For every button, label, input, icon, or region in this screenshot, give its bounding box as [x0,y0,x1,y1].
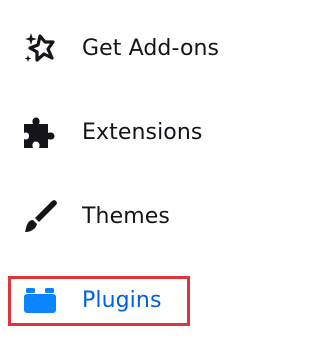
plugin-block-icon [24,288,56,313]
addons-sidebar-nav: Get Add-ons Extensions Themes Plugins [0,0,261,344]
puzzle-piece-icon [24,117,55,148]
previous-item-clipped [52,0,162,6]
paintbrush-icon [25,200,57,232]
sidebar-item-label: Plugins [82,287,162,313]
sidebar-item-label: Get Add-ons [82,35,220,61]
sparkle-puzzle-icon [24,33,55,62]
sidebar-item-get-addons[interactable]: Get Add-ons [0,18,261,78]
sidebar-item-plugins[interactable]: Plugins [0,270,261,330]
sidebar-item-label: Themes [82,203,170,229]
sidebar-item-themes[interactable]: Themes [0,186,261,246]
sidebar-item-extensions[interactable]: Extensions [0,102,261,162]
sidebar-item-label: Extensions [82,119,203,145]
